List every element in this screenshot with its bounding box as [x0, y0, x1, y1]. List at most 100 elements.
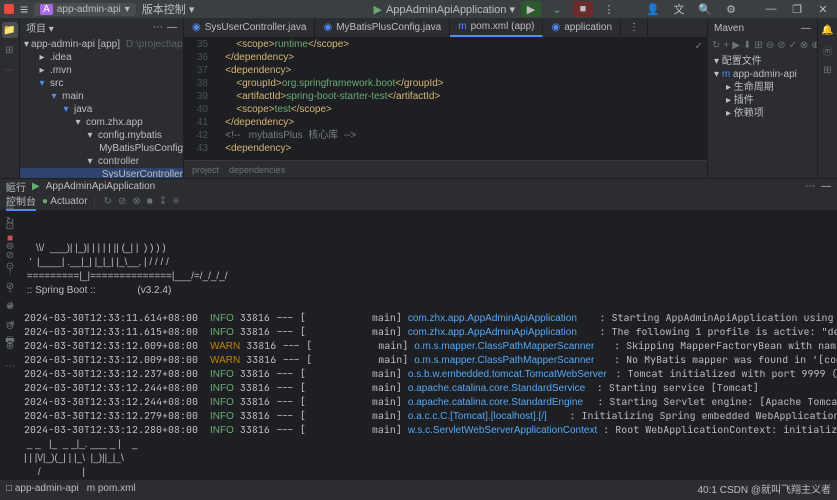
tree-row[interactable]: ▾controller	[20, 155, 183, 168]
tree-row[interactable]: ▾config.mybatis	[20, 129, 183, 142]
console-toolbar: 控制台 ● Actuator ↻⊘⊗■↧≡	[0, 193, 837, 211]
maven-tree-row[interactable]: ▸ 插件	[710, 94, 815, 107]
editor-tab[interactable]: ◉MyBatisPlusConfig.java	[315, 18, 450, 37]
maven-tree-row[interactable]: ▸ 依赖项	[710, 107, 815, 120]
tabs-more[interactable]: ⋮	[621, 18, 648, 37]
restore-icon[interactable]: ❐	[787, 1, 807, 17]
maven-toolbar-icon[interactable]: +	[723, 40, 729, 51]
maven-toolbar-icon[interactable]: ↻	[712, 40, 720, 51]
toolbar-icon[interactable]: 📁	[2, 22, 18, 38]
console-output[interactable]: ↻ ■ ⊘ ↑ ↓ ↲ ⇥ 🖶 \\/ ___)| |_)| | | | | |…	[0, 211, 837, 479]
editor-tab[interactable]: m pom.xml (app)	[450, 18, 543, 37]
maven-tree-row[interactable]: ▸ 生命周期	[710, 81, 815, 94]
toolbar-icon[interactable]: 🔔	[820, 22, 836, 38]
run-button[interactable]: ▶	[521, 1, 541, 17]
hide-icon[interactable]: —	[801, 23, 811, 34]
tree-row[interactable]: ▾java	[20, 103, 183, 116]
console-toolbar-icon[interactable]: ≡	[173, 196, 179, 207]
maven-tree-row[interactable]: ▾ m app-admin-api	[710, 68, 815, 81]
close-icon[interactable]: ✕	[813, 1, 833, 17]
toolbar-icon[interactable]: ⊘	[2, 278, 18, 294]
toolbar-icon[interactable]: ⋯	[2, 358, 18, 374]
left-lower-tool-strip: ▶ ⊞ ⊡ ⊚ ⊙ ⊘ ⊗ ⊖ ⊕ ⋯	[0, 178, 20, 374]
maven-toolbar-icon[interactable]: ⊘	[777, 40, 785, 51]
debug-button[interactable]: ⌄	[547, 1, 567, 17]
breadcrumb-item[interactable]: dependencies	[229, 165, 285, 175]
maven-toolbar-icon[interactable]: ✓	[789, 40, 797, 51]
reader-mode-icon[interactable]: ✓	[695, 40, 703, 53]
console-toolbar-icon[interactable]: ■	[147, 196, 153, 207]
code-editor[interactable]: 35 36 37 38 39 40 41 42 43 <scope>runtim…	[184, 38, 707, 160]
toolbar-icon[interactable]: ⊚	[2, 238, 18, 254]
tree-row[interactable]: ▾main	[20, 90, 183, 103]
maven-toolbar-icon[interactable]: ⊗	[800, 40, 808, 51]
more-actions-icon[interactable]: ⋮	[599, 1, 619, 17]
toolbar-icon[interactable]: ⓜ	[820, 42, 836, 58]
console-toolbar-icon[interactable]: ⊘	[118, 196, 126, 207]
editor-tab[interactable]: ◉application	[543, 18, 621, 37]
right-tool-strip: 🔔 ⓜ ⊞	[817, 18, 837, 178]
project-panel: 项目 ▾⋯— ▾app-admin-api [app]D:\project\ap…	[20, 18, 184, 178]
toolbar-icon[interactable]: ▶	[2, 178, 18, 194]
console-toolbar-icon[interactable]: ⊗	[132, 196, 140, 207]
status-item[interactable]: □ app-admin-api	[6, 483, 79, 494]
status-item[interactable]: m pom.xml	[87, 483, 136, 494]
maven-toolbar-icon[interactable]: ⊖	[766, 40, 774, 51]
toolbar-icon[interactable]: ⋯	[2, 62, 18, 78]
tree-row[interactable]: MyBatisPlusConfig	[20, 142, 183, 155]
toolbar-icon[interactable]: ⊞	[820, 62, 836, 78]
console-toolbar-icon[interactable]: ↧	[159, 196, 167, 207]
translate-icon[interactable]: 文	[669, 1, 689, 17]
maven-toolbar-icon[interactable]: ⬇	[743, 40, 751, 51]
run-header: 运行 ▶ AppAdminApiApplication ⋯ —	[0, 179, 837, 193]
project-panel-header[interactable]: 项目 ▾⋯—	[20, 18, 183, 38]
toolbar-icon[interactable]: ⊕	[2, 338, 18, 354]
actuator-tab[interactable]: ● Actuator	[42, 196, 88, 207]
hide-icon[interactable]: —	[821, 181, 831, 192]
minimize-icon[interactable]: —	[761, 1, 781, 17]
maven-tree-row[interactable]: ▾ 配置文件	[710, 55, 815, 68]
vcs-menu[interactable]: 版本控制 ▾	[142, 1, 195, 17]
editor-tab[interactable]: ◉SysUserController.java	[184, 18, 315, 37]
maven-tree[interactable]: ▾ 配置文件▾ m app-admin-api▸ 生命周期▸ 插件▸ 依赖项	[708, 53, 817, 122]
title-bar: ≡ Aapp-admin-api▾ 版本控制 ▾ ▶AppAdminApiApp…	[0, 0, 837, 18]
search-icon[interactable]: 🔍	[695, 1, 715, 17]
more-icon[interactable]: ⋯	[153, 22, 163, 33]
maven-toolbar-icon[interactable]: ⊞	[754, 40, 762, 51]
project-selector[interactable]: Aapp-admin-api▾	[34, 3, 136, 16]
toolbar-icon[interactable]: ⊗	[2, 298, 18, 314]
tree-row[interactable]: ▾src	[20, 77, 183, 90]
toolbar-icon[interactable]: ⊙	[2, 258, 18, 274]
left-tool-strip: 📁 ⊞ ⋯	[0, 18, 20, 178]
toolbar-icon[interactable]: ⊖	[2, 318, 18, 334]
toolbar-icon[interactable]: ⊞	[2, 42, 18, 58]
project-tree[interactable]: ▾app-admin-api [app]D:\project\app▸.idea…	[20, 38, 183, 178]
maven-toolbar-icon[interactable]: ▶	[732, 40, 740, 51]
toolbar-icon[interactable]: ⊞	[2, 198, 18, 214]
breadcrumb-item[interactable]: project	[192, 165, 219, 175]
status-right: 40:1 CSDN @就叫飞翔主义者	[697, 481, 831, 496]
run-icon: ▶	[373, 3, 381, 16]
stop-button[interactable]: ■	[573, 1, 593, 17]
code-with-me-icon[interactable]: 👤	[643, 1, 663, 17]
main-menu-icon[interactable]: ≡	[20, 1, 28, 17]
settings-icon[interactable]: ⚙	[721, 1, 741, 17]
maven-toolbar: ↻ + ▶ ⬇ ⊞ ⊖ ⊘ ✓ ⊗ ⊕ ☰	[708, 38, 817, 53]
run-config-name[interactable]: AppAdminApiApplication	[46, 181, 156, 192]
tree-row[interactable]: ▸.idea	[20, 51, 183, 64]
run-config-selector[interactable]: ▶AppAdminApiApplication ▾	[373, 3, 515, 16]
project-badge: A	[40, 4, 53, 15]
console-toolbar-icon[interactable]: ↻	[104, 196, 112, 207]
tree-row[interactable]: ▾app-admin-api [app]D:\project\app	[20, 38, 183, 51]
maven-tool-window: Maven— ↻ + ▶ ⬇ ⊞ ⊖ ⊘ ✓ ⊗ ⊕ ☰ ▾ 配置文件▾ m a…	[707, 18, 817, 178]
run-icon[interactable]: ▶	[32, 181, 40, 192]
more-icon[interactable]: ⋯	[805, 181, 815, 192]
maven-header[interactable]: Maven—	[708, 18, 817, 38]
run-tool-window: 运行 ▶ AppAdminApiApplication ⋯ — 控制台 ● Ac…	[0, 178, 837, 479]
tree-row[interactable]: ▾com.zhx.app	[20, 116, 183, 129]
hide-icon[interactable]: —	[167, 22, 177, 33]
toolbar-icon[interactable]: ⊡	[2, 218, 18, 234]
editor-breadcrumb[interactable]: project dependencies	[184, 160, 707, 178]
tree-row[interactable]: SysUserController	[20, 168, 183, 178]
tree-row[interactable]: ▸.mvn	[20, 64, 183, 77]
